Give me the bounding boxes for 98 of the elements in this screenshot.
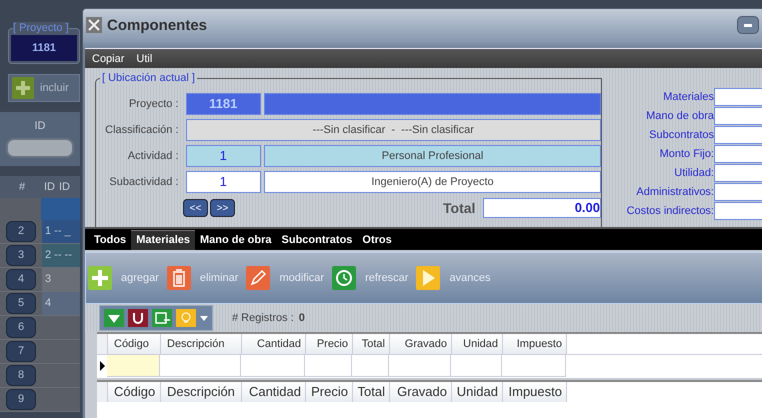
table-cell[interactable] (160, 355, 241, 377)
include-button[interactable]: incluir (8, 74, 80, 102)
cost-label: Subcontratos (648, 128, 714, 143)
field-label: Subactividad : (108, 175, 180, 190)
table-cell: 2 -- -- (42, 244, 80, 267)
field-label: Actividad : (126, 149, 180, 164)
tab[interactable]: Subcontratos (276, 231, 358, 250)
cost-label: Administrativos: (635, 185, 714, 200)
dropdown-caret-icon[interactable] (200, 316, 208, 320)
total-label: Total (443, 200, 476, 216)
table-cell[interactable] (451, 355, 502, 377)
project-code-field[interactable]: 1181 (186, 93, 262, 115)
plus-icon (88, 266, 112, 290)
menu-item[interactable]: Util (136, 52, 152, 64)
column-header: Precio (306, 334, 353, 354)
cost-label: Monto Fijo: (658, 147, 714, 162)
row-number[interactable]: 8 (6, 365, 36, 386)
column-header: ID (58, 181, 71, 193)
play-icon (416, 266, 440, 290)
field-label: Proyecto : (128, 97, 180, 112)
activity-code-field[interactable]: 1 (186, 145, 262, 167)
column-header: Código (108, 382, 161, 402)
cost-field[interactable] (714, 126, 762, 144)
clock-icon (332, 266, 356, 290)
column-header: Unidad (452, 382, 503, 402)
records-count: 0 (298, 312, 305, 324)
row-number[interactable]: 2 (6, 221, 36, 242)
project-id: 1181 (11, 35, 77, 61)
column-header: Descripción (161, 334, 242, 354)
id-field[interactable] (6, 138, 74, 158)
cost-field[interactable] (714, 183, 762, 201)
id-label: ID (34, 120, 46, 132)
filter-icon[interactable] (104, 309, 124, 327)
header-corner (97, 382, 108, 402)
records-label: # Registros : (232, 312, 294, 324)
row-number[interactable]: 5 (6, 293, 36, 314)
window-title: Componentes (107, 16, 208, 34)
bulb-icon[interactable] (176, 309, 196, 327)
tab[interactable]: Todos (89, 231, 132, 250)
activity-name-field[interactable]: Personal Profesional (264, 145, 601, 167)
table-cell[interactable] (107, 355, 160, 377)
project-name-field[interactable] (264, 93, 601, 115)
location-legend: [ Ubicación actual ] (100, 72, 197, 84)
cost-label: Costos indirectos: (626, 204, 714, 219)
row-number[interactable]: 3 (6, 245, 36, 266)
row-number[interactable]: 6 (6, 317, 36, 338)
column-header: Cantidad (242, 382, 306, 402)
column-header: Impuesto (503, 382, 567, 402)
table-cell[interactable] (389, 355, 451, 377)
pencil-icon (246, 266, 270, 290)
table-cell: 1 -- _ (42, 220, 80, 243)
row-number[interactable]: 7 (6, 341, 36, 362)
plus-icon (12, 77, 34, 99)
cost-field[interactable] (714, 145, 762, 163)
magnet-icon[interactable] (128, 309, 148, 327)
cost-label: Utilidad: (673, 166, 714, 181)
subactivity-name-field[interactable]: Ingeniero(A) de Proyecto (264, 171, 601, 193)
column-header: ID (43, 181, 56, 193)
column-header: Gravado (390, 382, 452, 402)
tab[interactable]: Mano de obra (195, 231, 277, 250)
nav-button[interactable]: >> (210, 199, 235, 217)
subactivity-code-field[interactable]: 1 (186, 171, 262, 193)
cost-field[interactable] (714, 202, 762, 220)
row-number[interactable]: 9 (6, 389, 36, 410)
column-header: Unidad (452, 334, 503, 354)
nav-button[interactable]: << (183, 199, 208, 217)
export-icon[interactable] (152, 309, 172, 327)
classification-field[interactable]: ---Sin clasificar - ---Sin clasificar (186, 119, 601, 141)
column-header: Descripción (161, 382, 242, 402)
column-header: Código (108, 334, 161, 354)
tab[interactable]: Otros (357, 231, 397, 250)
menu-item[interactable]: Copiar (92, 52, 124, 64)
tab[interactable]: Materiales (131, 230, 195, 250)
table-cell[interactable] (352, 355, 389, 377)
column-header: Total (353, 334, 390, 354)
row-number[interactable]: 4 (6, 269, 36, 290)
minimize-icon (744, 24, 752, 26)
field-label: Classificación : (104, 123, 180, 138)
column-header: Total (353, 382, 390, 402)
cost-field[interactable] (714, 107, 762, 125)
cost-field[interactable] (714, 88, 762, 106)
cost-label: Materiales (662, 90, 714, 105)
column-header: Precio (306, 382, 353, 402)
column-header: Gravado (390, 334, 452, 354)
cost-field[interactable] (714, 164, 762, 182)
trash-icon (166, 266, 191, 290)
total-field[interactable]: 0.00 (483, 198, 601, 218)
table-cell[interactable] (305, 355, 352, 377)
table-cell: 3 (42, 268, 80, 291)
column-header: Impuesto (503, 334, 567, 354)
cost-label: Mano de obra (645, 109, 714, 124)
project-legend: [ Proyecto ] (13, 22, 69, 34)
table-cell[interactable] (241, 355, 305, 377)
table-cell[interactable] (502, 355, 566, 377)
table-cell: 4 (42, 292, 80, 315)
column-header: Cantidad (242, 334, 306, 354)
minimize-button[interactable] (737, 16, 759, 34)
column-header: # (18, 181, 26, 193)
